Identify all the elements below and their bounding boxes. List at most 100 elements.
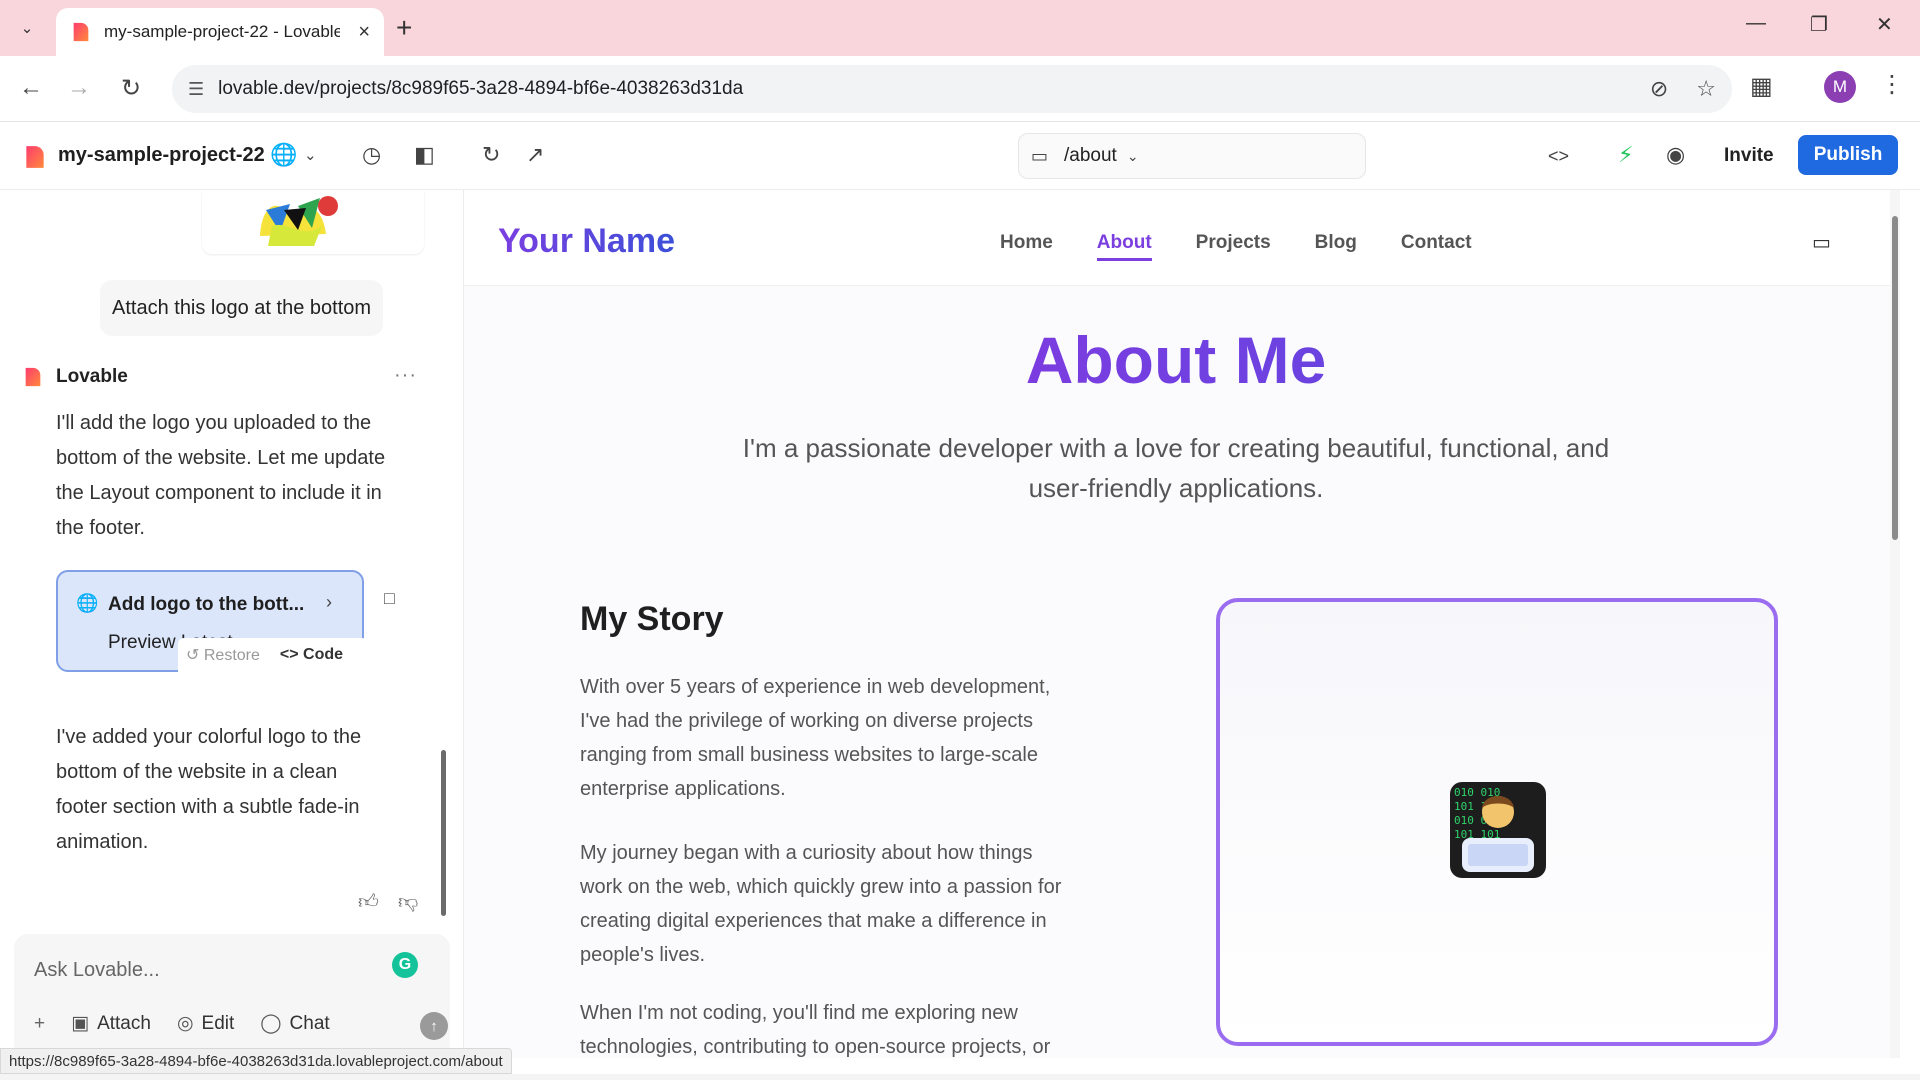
nav-about[interactable]: About <box>1096 232 1152 261</box>
publish-button[interactable]: Publish <box>1798 135 1898 175</box>
message-line: I've added your colorful logo to the <box>56 726 362 748</box>
site-nav: Home About Projects Blog Contact <box>1000 232 1472 261</box>
paragraph-line: My journey began with a curiosity about … <box>580 842 1033 864</box>
ask-input[interactable] <box>34 952 374 988</box>
nav-projects[interactable]: Projects <box>1196 232 1271 261</box>
address-bar[interactable]: ☰ lovable.dev/projects/8c989f65-3a28-489… <box>172 65 1732 113</box>
toggle-sidebar-icon[interactable]: ◧ <box>414 142 435 168</box>
message-line: bottom of the website in a clean <box>56 761 338 783</box>
attach-label: Attach <box>97 1013 151 1034</box>
assistant-name: Lovable <box>56 366 128 387</box>
extensions-puzzle-icon[interactable]: ▦ <box>1750 72 1773 101</box>
chat-label: Chat <box>289 1013 330 1034</box>
technologist-emoji-icon: 010 010 101 101 010 010 101 101 <box>1450 782 1546 878</box>
lovable-logo-icon[interactable] <box>22 144 48 170</box>
browser-tab-active[interactable]: my-sample-project-22 - Lovable × <box>56 8 384 56</box>
lightbulb-icon: ◯ <box>260 1013 282 1034</box>
subtitle-line: I'm a passionate developer with a love f… <box>742 433 1610 463</box>
message-line: I'll add the logo you uploaded to the <box>56 412 372 434</box>
minimize-icon[interactable]: — <box>1746 12 1766 35</box>
bookmark-star-icon[interactable]: ☆ <box>1696 76 1716 102</box>
route-selector[interactable]: ▭ /about ⌄ <box>1018 133 1366 179</box>
restore-label: Restore <box>203 647 260 664</box>
new-tab-plus-icon[interactable]: + <box>396 12 412 44</box>
send-arrow-icon[interactable]: ↑ <box>420 1012 448 1040</box>
preview-scrollbar[interactable] <box>1892 216 1898 540</box>
refresh-preview-icon[interactable]: ↻ <box>482 142 500 168</box>
message-line: animation. <box>56 831 149 853</box>
paragraph-line: I've had the privilege of working on div… <box>580 710 1033 732</box>
reload-icon[interactable]: ↻ <box>116 74 146 103</box>
story-title: My Story <box>580 600 724 638</box>
paragraph-line: people's lives. <box>580 944 705 966</box>
lovable-avatar-icon <box>25 367 41 387</box>
about-subtitle: I'm a passionate developer with a love f… <box>684 428 1668 508</box>
assistant-message-1: I'll add the logo you uploaded to the bo… <box>56 406 426 546</box>
target-icon: ◎ <box>176 1013 194 1034</box>
message-line: the footer. <box>56 517 145 539</box>
paragraph-line: When I'm not coding, you'll find me expl… <box>580 1002 1018 1024</box>
restore-button[interactable]: ↺ Restore <box>186 645 260 665</box>
restore-window-icon[interactable]: ❐ <box>1810 12 1828 37</box>
route-path: /about <box>1064 145 1117 166</box>
message-line: bottom of the website. Let me update <box>56 447 386 469</box>
site-header: Your Name Home About Projects Blog Conta… <box>464 190 1900 286</box>
chat-scrollbar[interactable] <box>441 750 446 916</box>
route-chevron-down-icon: ⌄ <box>1126 147 1139 164</box>
address-url[interactable]: lovable.dev/projects/8c989f65-3a28-4894-… <box>218 78 743 100</box>
chevron-right-icon[interactable]: › <box>326 592 332 613</box>
assistant-message-2: I've added your colorful logo to the bot… <box>56 720 426 860</box>
forward-arrow-icon[interactable]: → <box>64 74 94 102</box>
history-icon[interactable]: ◷ <box>362 142 381 168</box>
attach-button[interactable]: ▣ Attach <box>71 1012 151 1035</box>
chat-panel: Attach this logo at the bottom Lovable ·… <box>0 190 464 1058</box>
thumbs-up-icon[interactable]: 👍︎ <box>358 890 379 914</box>
edit-button[interactable]: ◎ Edit <box>177 1012 234 1035</box>
edit-label: Edit <box>201 1013 235 1034</box>
code-button[interactable]: <> Code <box>280 646 343 664</box>
lovable-app-header: my-sample-project-22 🌐 ⌄ ◷ ◧ ↻ ↗ ▭ /abou… <box>0 122 1920 190</box>
tab-close-icon[interactable]: × <box>358 21 370 44</box>
add-plus-icon[interactable]: + <box>34 1013 45 1035</box>
nav-home[interactable]: Home <box>1000 232 1053 261</box>
message-line: the Layout component to include it in <box>56 482 382 504</box>
github-icon[interactable]: ◉ <box>1666 142 1685 168</box>
back-arrow-icon[interactable]: ← <box>16 74 46 102</box>
user-message: Attach this logo at the bottom <box>100 280 384 336</box>
message-more-icon[interactable]: ··· <box>394 364 417 387</box>
window-bottom-edge <box>0 1074 1920 1080</box>
nav-contact[interactable]: Contact <box>1401 232 1472 261</box>
site-brand[interactable]: Your Name <box>498 222 675 261</box>
open-external-icon[interactable]: ↗ <box>526 142 544 168</box>
version-title: Add logo to the bott... <box>108 594 305 615</box>
code-view-icon[interactable]: <> <box>1548 146 1569 167</box>
subtitle-line: user-friendly applications. <box>1028 473 1324 503</box>
invite-button[interactable]: Invite <box>1710 136 1788 176</box>
uploaded-logo-thumbnail[interactable] <box>202 190 424 254</box>
colorful-logo-image <box>260 196 338 246</box>
profile-image-frame: 010 010 101 101 010 010 101 101 <box>1216 598 1778 1046</box>
browser-menu-icon[interactable]: ⋮ <box>1880 70 1904 99</box>
project-name[interactable]: my-sample-project-22 <box>58 144 265 167</box>
paragraph-line: ranging from small business websites to … <box>580 744 1038 766</box>
status-link-url: https://8c989f65-3a28-4894-bf6e-4038263d… <box>0 1048 512 1074</box>
project-menu-chevron-icon[interactable]: ⌄ <box>304 146 317 164</box>
tab-search-chevron-icon[interactable]: ⌄ <box>10 14 44 42</box>
bookmark-icon[interactable]: □ <box>384 588 395 609</box>
paragraph-line: enterprise applications. <box>580 778 786 800</box>
nav-blog[interactable]: Blog <box>1315 232 1357 261</box>
thumbs-down-icon[interactable]: 👎︎ <box>398 890 418 914</box>
profile-avatar[interactable]: M <box>1824 71 1856 103</box>
grammarly-icon[interactable]: G <box>392 952 418 978</box>
site-info-icon[interactable]: ☰ <box>188 79 204 100</box>
globe-visibility-icon[interactable]: 🌐 <box>270 142 297 168</box>
chat-mode-button[interactable]: ◯ Chat <box>260 1012 329 1035</box>
tracking-protection-icon[interactable]: ⊘ <box>1650 76 1668 102</box>
monitor-icon: ▭ <box>1031 145 1049 166</box>
version-actions: ↺ Restore <> Code <box>178 638 368 672</box>
browser-tab-title: my-sample-project-22 - Lovable <box>104 22 340 41</box>
desktop-view-icon[interactable]: ▭ <box>1812 230 1831 255</box>
message-line: footer section with a subtle fade-in <box>56 796 360 818</box>
supabase-bolt-icon[interactable]: ⚡ <box>1618 142 1633 168</box>
close-window-icon[interactable]: ✕ <box>1876 12 1893 37</box>
